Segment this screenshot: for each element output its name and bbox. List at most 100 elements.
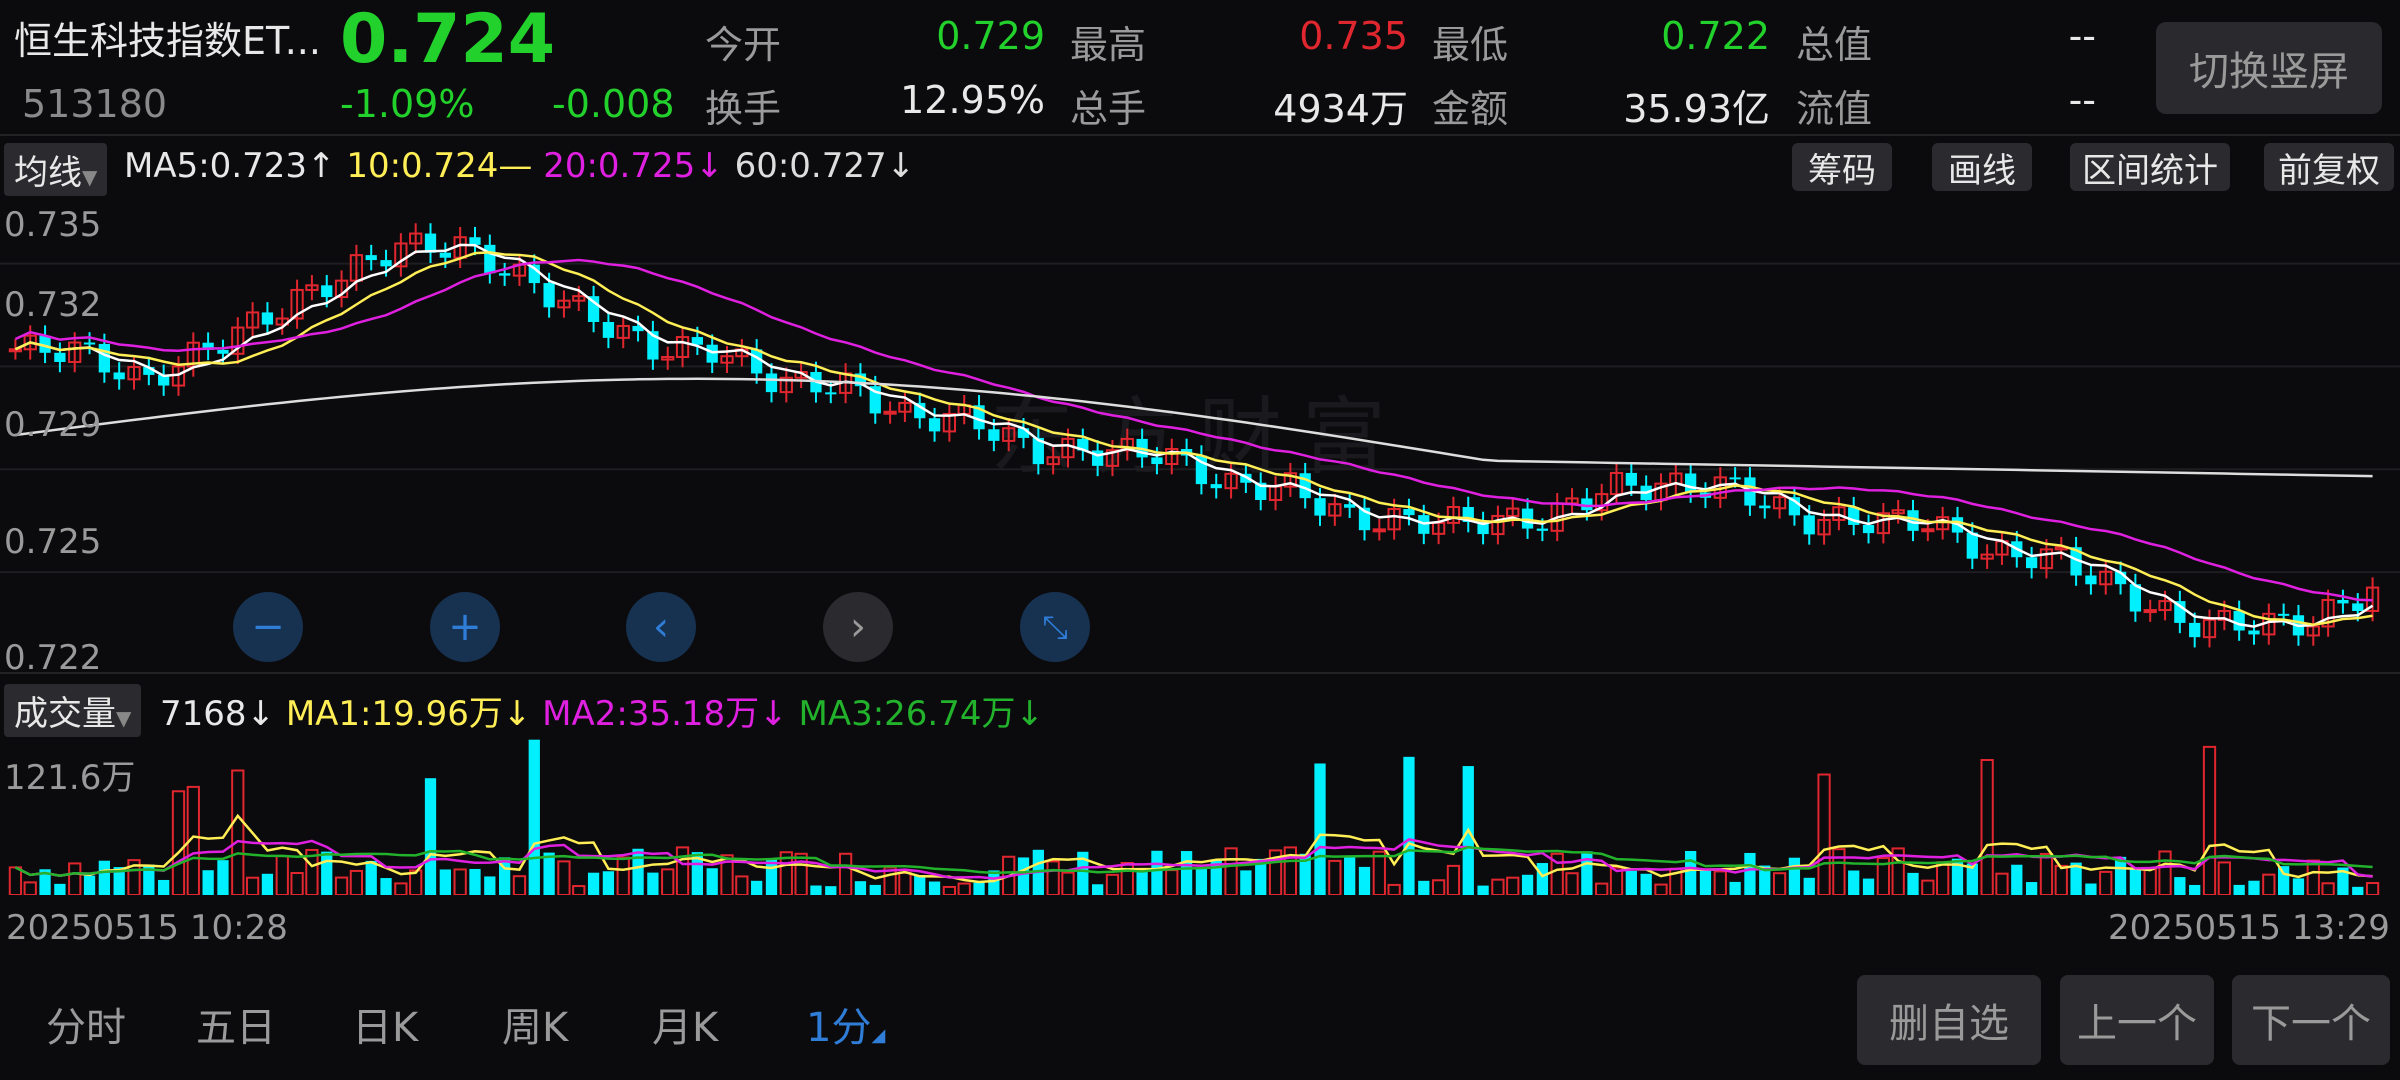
volume-bar — [616, 856, 630, 895]
volume-bar — [1699, 870, 1712, 895]
volume-bar — [1224, 847, 1238, 895]
tab-monthly-k[interactable]: 月K — [652, 995, 718, 1053]
volume-bar — [2158, 850, 2172, 895]
minus-icon: − — [251, 604, 285, 650]
volume-bar — [973, 882, 985, 895]
volume-bar — [2143, 868, 2157, 895]
scroll-left-button[interactable]: ‹ — [626, 592, 696, 662]
volume-bar — [2233, 884, 2245, 895]
volume-bar — [1403, 756, 1415, 895]
volume-chart[interactable] — [0, 735, 2400, 895]
volume-bar — [2306, 859, 2320, 895]
volume-bar — [1491, 878, 1505, 895]
candle-body — [825, 392, 837, 395]
chart-divider — [0, 672, 2400, 674]
candle-body — [1921, 528, 1935, 533]
time-axis-end: 20250515 13:29 — [2108, 908, 2390, 948]
volume-bar — [898, 871, 912, 895]
volume-bar — [231, 769, 245, 895]
volume-bar — [543, 852, 555, 895]
dropdown-icon: ▼ — [82, 165, 98, 189]
volume-bar — [751, 880, 763, 895]
volume-bar — [1387, 883, 1401, 895]
chips-button[interactable]: 筹码 — [1792, 143, 1892, 191]
total-hands-label: 总手 — [1070, 87, 1147, 131]
volume-bar — [275, 855, 289, 895]
volume-value: 7168↓ — [160, 694, 276, 734]
draw-line-button[interactable]: 画线 — [1932, 143, 2032, 191]
volume-bar — [1521, 874, 1534, 895]
ma5-line — [14, 243, 2374, 628]
candle-body — [1536, 528, 1549, 531]
candle-body — [499, 273, 511, 276]
candle-body — [469, 237, 481, 245]
remove-watchlist-button[interactable]: 删自选 — [1857, 975, 2041, 1065]
volume-bar — [290, 871, 304, 895]
volume-bar — [469, 868, 481, 895]
candle-body — [261, 312, 274, 325]
volume-bar — [1431, 879, 1446, 895]
zoom-out-button[interactable]: − — [233, 592, 303, 662]
volume-bar — [587, 872, 600, 895]
turnover-value: 12.95% — [900, 78, 1045, 122]
tab-five-day[interactable]: 五日 — [196, 995, 276, 1053]
volume-bar — [1477, 885, 1489, 895]
volume-bar — [2248, 880, 2260, 895]
volume-bar — [1506, 876, 1520, 895]
low-value: 0.722 — [1661, 14, 1770, 58]
candle-body — [439, 252, 451, 258]
tab-one-minute[interactable]: 1分◢ — [806, 995, 885, 1053]
volume-bar — [2174, 877, 2186, 895]
turnover-label: 换手 — [705, 87, 782, 131]
range-stats-button[interactable]: 区间统计 — [2070, 143, 2230, 191]
volume-bar — [68, 862, 82, 895]
candle-body — [1685, 473, 1697, 493]
total-value-label: 总值 — [1796, 23, 1873, 67]
previous-button[interactable]: 上一个 — [2060, 975, 2214, 1065]
volume-bar — [2129, 869, 2142, 895]
tab-daily-k[interactable]: 日K — [352, 995, 418, 1053]
switch-portrait-button[interactable]: 切换竖屏 — [2156, 22, 2382, 114]
volume-bar — [675, 846, 690, 895]
volume-bar — [1358, 866, 1371, 895]
high-label: 最高 — [1070, 23, 1147, 67]
corner-triangle-icon: ◢ — [871, 1025, 886, 1046]
forward-adjust-button[interactable]: 前复权 — [2264, 143, 2394, 191]
volume-bar — [572, 885, 586, 895]
collapse-button[interactable]: ⤡ — [1020, 592, 1090, 662]
zoom-in-button[interactable]: + — [430, 592, 500, 662]
header-divider — [0, 134, 2400, 136]
candlestick-chart[interactable] — [0, 195, 2400, 675]
change-amount: -0.008 — [552, 82, 675, 126]
volume-selector[interactable]: 成交量▼ — [4, 684, 142, 737]
open-label: 今开 — [705, 23, 782, 67]
next-button[interactable]: 下一个 — [2232, 975, 2390, 1065]
volume-bar — [2352, 886, 2364, 895]
volume-bar — [854, 881, 867, 895]
amount-label: 金额 — [1432, 87, 1509, 131]
candle-body — [1344, 504, 1356, 508]
volume-bar — [171, 790, 186, 895]
volume-bar — [647, 872, 659, 895]
tab-intraday[interactable]: 分时 — [46, 995, 126, 1053]
volume-bar — [2039, 852, 2054, 895]
volume-bar — [1418, 880, 1430, 895]
price-axis-tick: 0.735 — [4, 205, 102, 245]
volume-ma3: MA3:26.74万↓ — [798, 694, 1044, 734]
candle-body — [8, 348, 23, 353]
volume-bar — [98, 860, 110, 895]
volume-bar — [1581, 851, 1593, 895]
candle-body — [2233, 610, 2245, 631]
volume-bar — [1595, 882, 1609, 895]
volume-bar — [1817, 773, 1831, 895]
candle-body — [2143, 609, 2157, 614]
volume-bar — [942, 885, 957, 895]
volume-bar — [2025, 882, 2038, 895]
tab-weekly-k[interactable]: 周K — [502, 995, 568, 1053]
ma-selector[interactable]: 均线▼ — [4, 143, 108, 196]
volume-bar — [1314, 763, 1326, 895]
scroll-right-button[interactable]: › — [823, 592, 893, 662]
volume-bar — [512, 875, 527, 895]
change-percent: -1.09% — [340, 82, 475, 126]
candle-body — [928, 418, 941, 432]
